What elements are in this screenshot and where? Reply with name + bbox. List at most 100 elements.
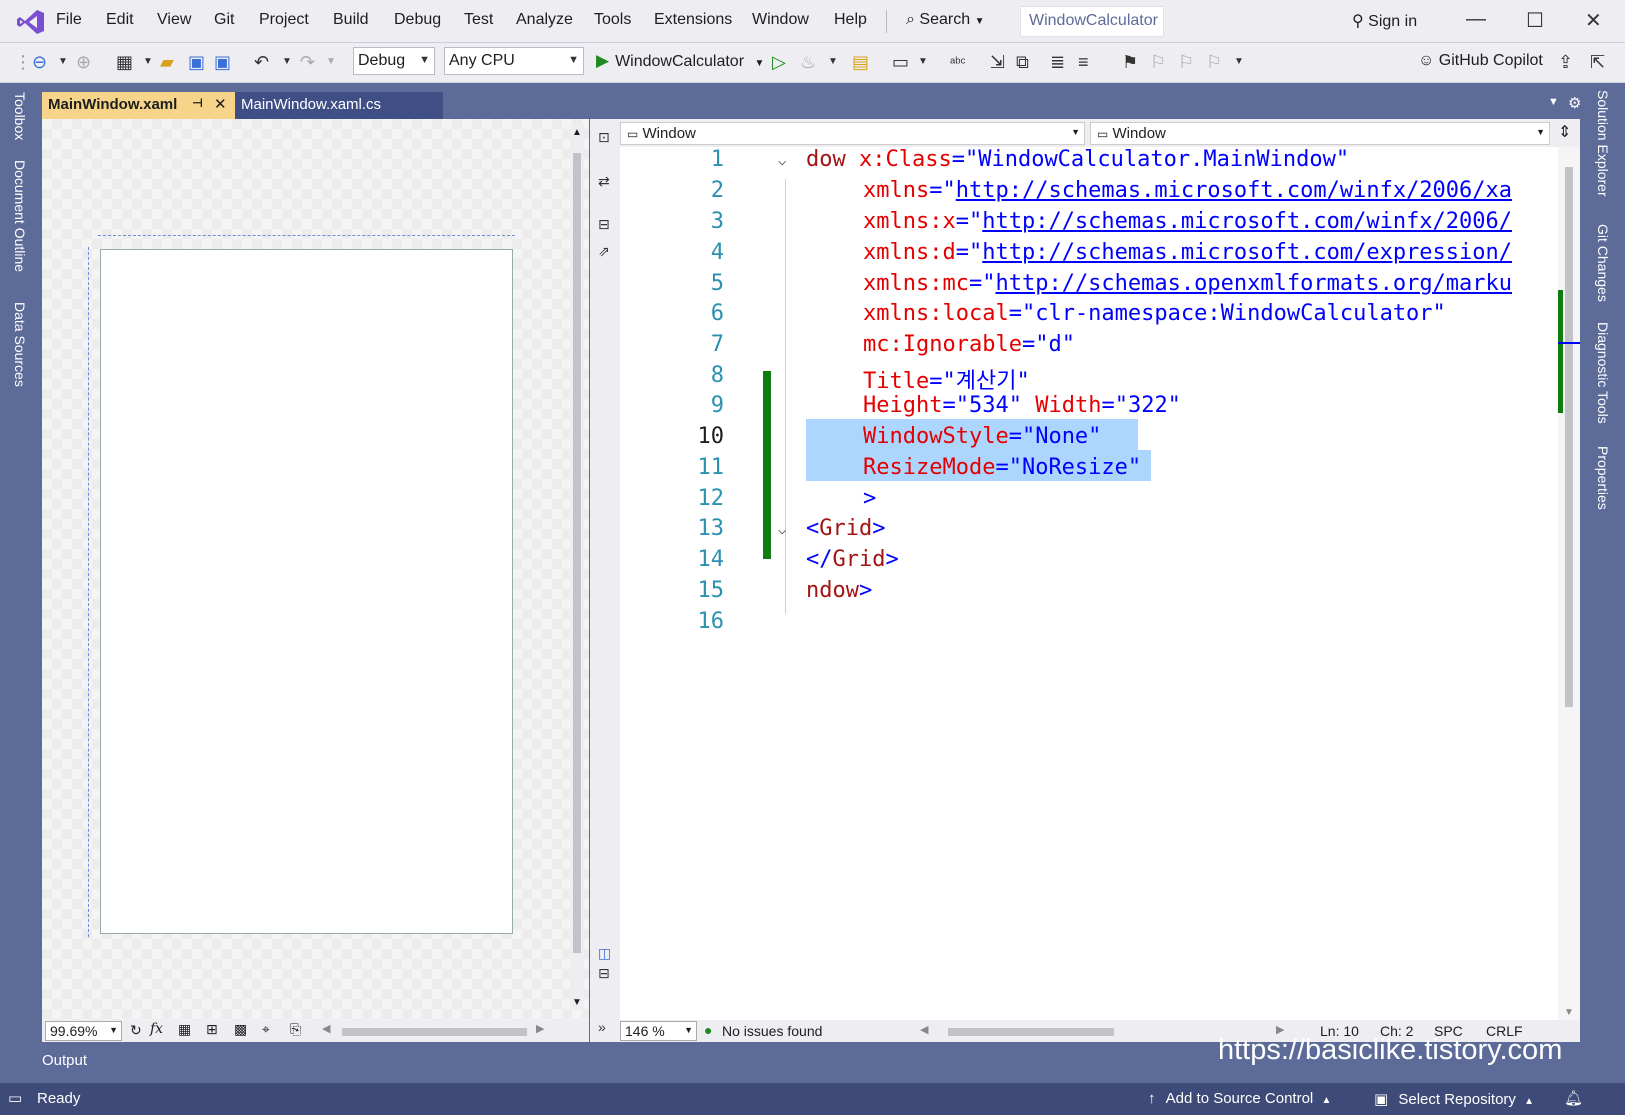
clear-bookmarks-icon[interactable]: ⚐ <box>1206 52 1222 72</box>
step-icon[interactable]: ⇲ <box>990 52 1005 72</box>
menu-test[interactable]: Test <box>464 11 493 29</box>
bell-icon[interactable]: 🔔︎ <box>1564 1089 1583 1107</box>
type-dropdown[interactable]: ▭ Window ▼ <box>620 122 1085 145</box>
xml-url[interactable]: http://schemas.microsoft.com/expression/ <box>982 240 1512 265</box>
close-button[interactable]: ✕ <box>1585 8 1602 33</box>
open-folder-icon[interactable]: ▰ <box>160 52 174 72</box>
chevron-down-icon[interactable]: ▼ <box>1234 52 1244 72</box>
previous-bookmark-icon[interactable]: ⚐ <box>1150 52 1166 72</box>
next-bookmark-icon[interactable]: ⚐ <box>1178 52 1194 72</box>
editor-zoom-select[interactable]: 146 % ▼ <box>620 1021 697 1041</box>
scroll-down-icon[interactable]: ▼ <box>1564 1007 1574 1018</box>
pane-toggle-icon[interactable]: ⊡ <box>598 129 610 146</box>
swap-panes-icon[interactable]: ⇄ <box>598 173 610 190</box>
properties-tab[interactable]: Properties <box>1595 446 1611 510</box>
effects-icon[interactable]: fx <box>150 1021 163 1037</box>
menu-debug[interactable]: Debug <box>394 11 441 29</box>
scroll-thumb[interactable] <box>1565 167 1573 707</box>
configuration-select[interactable]: Debug ▼ <box>353 47 435 75</box>
member-dropdown[interactable]: ▭ Window ▼ <box>1090 122 1550 145</box>
xml-url[interactable]: http://schemas.microsoft.com/winfx/2006/… <box>956 178 1512 203</box>
github-copilot-button[interactable]: ☺ GitHub Copilot <box>1418 52 1543 70</box>
menu-help[interactable]: Help <box>834 11 867 29</box>
grid-icon[interactable]: ▦ <box>178 1021 191 1038</box>
designer-horizontal-scroll-thumb[interactable] <box>342 1028 527 1036</box>
window-preview[interactable] <box>100 249 513 934</box>
diagnostic-tools-tab[interactable]: Diagnostic Tools <box>1595 322 1611 424</box>
pop-out-icon[interactable]: ⇗ <box>598 243 610 260</box>
copy-icon[interactable]: ⧉ <box>1016 52 1029 72</box>
minimize-button[interactable]: — <box>1466 8 1486 31</box>
scroll-left-icon[interactable]: ◀ <box>322 1022 330 1035</box>
platform-select[interactable]: Any CPU ▼ <box>444 47 584 75</box>
maximize-button[interactable]: ☐ <box>1526 8 1544 33</box>
add-to-source-control-button[interactable]: ↑ Add to Source Control ▲ <box>1148 1090 1331 1107</box>
menu-project[interactable]: Project <box>259 11 309 29</box>
save-all-icon[interactable]: ▣ <box>214 52 231 72</box>
refresh-icon[interactable]: ↻ <box>130 1022 142 1039</box>
output-tab[interactable]: Output <box>42 1052 87 1069</box>
redo-icon[interactable]: ↷ <box>300 52 315 72</box>
start-without-debugging-icon[interactable]: ▷ <box>772 52 786 72</box>
save-icon[interactable]: ▣ <box>188 52 205 72</box>
split-editor-icon[interactable]: ⇕ <box>1558 122 1571 142</box>
search-button[interactable]: ⌕ Search ▼ <box>906 11 984 29</box>
checkerboard-icon[interactable]: ▩ <box>234 1021 247 1038</box>
undo-icon[interactable]: ↶ <box>254 52 269 72</box>
menu-analyze[interactable]: Analyze <box>516 11 573 29</box>
notification-icon[interactable]: ▭ <box>8 1089 22 1107</box>
navigate-forward-icon[interactable]: ⊕ <box>76 52 91 72</box>
chevron-down-icon[interactable]: ▼ <box>918 52 928 72</box>
menu-view[interactable]: View <box>157 11 191 29</box>
pane-collapse-icon[interactable]: ⊟ <box>598 216 610 233</box>
xml-url[interactable]: http://schemas.microsoft.com/winfx/2006/ <box>982 209 1512 234</box>
new-project-icon[interactable]: ▦ <box>116 52 133 72</box>
artboard-icon[interactable]: ⊞ <box>206 1021 218 1038</box>
solution-explorer-icon[interactable]: ▤ <box>852 52 869 72</box>
xml-url[interactable]: http://schemas.openxmlformats.org/marku <box>995 271 1512 296</box>
menu-git[interactable]: Git <box>214 11 234 29</box>
menu-edit[interactable]: Edit <box>106 11 134 29</box>
navigate-back-icon[interactable]: ⊖ <box>32 52 47 72</box>
feedback-icon[interactable]: ⇱ <box>1590 52 1605 72</box>
data-sources-tab[interactable]: Data Sources <box>12 302 28 387</box>
scroll-thumb[interactable] <box>573 153 581 953</box>
scroll-left-icon[interactable]: ◀ <box>920 1023 928 1036</box>
sign-in-button[interactable]: ⚲ Sign in <box>1352 11 1417 31</box>
scroll-up-icon[interactable]: ▲ <box>572 127 582 138</box>
solution-explorer-tab[interactable]: Solution Explorer <box>1595 90 1611 197</box>
horizontal-split-icon[interactable]: ⊟ <box>598 965 610 982</box>
designer-zoom-select[interactable]: 99.69% ▼ <box>45 1021 122 1041</box>
scroll-down-icon[interactable]: ▼ <box>572 997 582 1008</box>
pin-icon[interactable]: ⊣ <box>192 96 203 110</box>
chevron-down-icon[interactable]: ▼ <box>58 52 68 72</box>
hot-reload-icon[interactable]: ♨ <box>800 52 816 72</box>
designer-vertical-scrollbar[interactable]: ▲ ▼ <box>570 125 584 1010</box>
issues-status[interactable]: No issues found <box>722 1023 822 1039</box>
menu-extensions[interactable]: Extensions <box>654 11 732 29</box>
snap-lines-icon[interactable]: ⎘ <box>290 1021 301 1038</box>
editor-horizontal-scroll-thumb[interactable] <box>948 1028 1114 1036</box>
gear-icon[interactable]: ⚙ <box>1568 94 1581 112</box>
layout-icon[interactable]: ▭ <box>892 52 909 72</box>
share-icon[interactable]: ⇪ <box>1558 52 1573 72</box>
collapse-pane-icon[interactable]: » <box>598 1019 606 1035</box>
fold-chevron-icon[interactable]: ⌵ <box>778 153 786 169</box>
toolbox-tab[interactable]: Toolbox <box>12 92 28 140</box>
chevron-down-icon[interactable]: ▼ <box>143 52 153 72</box>
document-outline-tab[interactable]: Document Outline <box>12 160 28 272</box>
menu-tools[interactable]: Tools <box>594 11 631 29</box>
tab-mainwindow-xaml[interactable]: MainWindow.xaml ⊣ ✕ <box>42 92 235 119</box>
git-changes-tab[interactable]: Git Changes <box>1595 224 1611 302</box>
fold-chevron-icon[interactable]: ⌵ <box>778 522 786 538</box>
select-repository-button[interactable]: ▣ Select Repository ▲ <box>1374 1090 1534 1108</box>
menu-window[interactable]: Window <box>752 11 809 29</box>
close-tab-icon[interactable]: ✕ <box>214 95 227 113</box>
tab-mainwindow-xaml-cs[interactable]: MainWindow.xaml.cs <box>235 92 443 119</box>
bookmark-icon[interactable]: ⚑ <box>1122 52 1138 72</box>
xaml-designer-surface[interactable] <box>42 119 589 1022</box>
menu-build[interactable]: Build <box>333 11 369 29</box>
start-debugging-button[interactable]: ▶ WindowCalculator ▼ <box>596 51 764 71</box>
vertical-split-icon[interactable]: ◫ <box>598 945 611 962</box>
snap-gridlines-icon[interactable]: ⌖ <box>262 1021 270 1038</box>
